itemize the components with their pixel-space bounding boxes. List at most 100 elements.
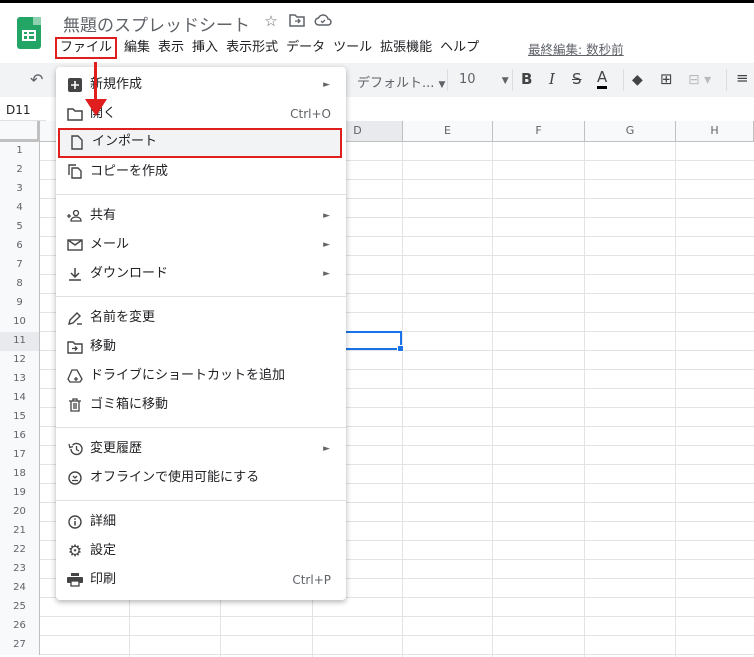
menu-item-label: 変更履歴 [90,441,143,456]
menu-item-version-history[interactable]: 変更履歴 ► [56,435,346,463]
column-header-h[interactable]: H [676,121,754,142]
menu-item-copy[interactable]: コピーを作成 [56,158,346,186]
menu-item-rename[interactable]: 名前を変更 [56,304,346,332]
cell-reference[interactable]: D11 [0,100,46,121]
info-icon [66,508,84,539]
menu-divider [56,194,346,195]
menu-item-move[interactable]: 移動 [56,333,346,361]
menu-item-label: 新規作成 [90,77,143,92]
menu-divider [56,500,346,501]
row-number[interactable]: 4 [0,199,40,218]
cloud-status-icon[interactable] [314,12,332,30]
file-icon [68,130,86,158]
document-title[interactable]: 無題のスプレッドシート [63,11,250,36]
menu-item-settings[interactable]: ⚙ 設定 [56,537,346,565]
menu-item-label: 設定 [90,543,117,558]
row-number[interactable]: 14 [0,389,40,408]
sheets-logo-icon[interactable] [17,17,41,49]
menu-item-import[interactable]: インポート [58,128,342,158]
menu-format[interactable]: 表示形式 [222,37,282,59]
row-number[interactable]: 5 [0,218,40,237]
drive-shortcut-icon [66,362,84,393]
row-number[interactable]: 1 [0,142,40,161]
move-to-folder-icon[interactable] [288,12,306,30]
new-sheet-icon [66,71,84,102]
bold-button[interactable]: B [521,70,532,88]
row-number[interactable]: 3 [0,180,40,199]
submenu-arrow-icon: ► [323,269,330,279]
menu-help[interactable]: ヘルプ [436,37,483,59]
italic-button[interactable]: I [549,70,555,88]
menu-divider [56,427,346,428]
row-number[interactable]: 7 [0,256,40,275]
menu-item-print[interactable]: 印刷 Ctrl+P [56,566,346,594]
table-row[interactable]: 25 [0,598,754,617]
fill-color-icon[interactable]: ◆ [632,72,643,88]
row-number[interactable]: 17 [0,446,40,465]
menu-tools[interactable]: ツール [329,37,376,59]
row-number[interactable]: 26 [0,617,40,636]
table-row[interactable]: 27 [0,636,754,655]
row-number[interactable]: 19 [0,484,40,503]
row-number[interactable]: 22 [0,541,40,560]
row-number[interactable]: 8 [0,275,40,294]
row-number[interactable]: 13 [0,370,40,389]
menu-item-label: ドライブにショートカットを追加 [90,368,286,383]
row-number[interactable]: 23 [0,560,40,579]
row-number[interactable]: 12 [0,351,40,370]
menu-item-label: インポート [92,134,158,149]
merge-cells-icon[interactable]: ⊟ ▾ [688,72,711,88]
font-size-select[interactable]: 10 ▼ [459,72,509,87]
column-header-e[interactable]: E [403,121,493,142]
text-color-button[interactable]: A [597,68,608,89]
column-header-f[interactable]: F [493,121,585,142]
font-select[interactable]: デフォルト... ▼ [357,72,445,91]
row-number[interactable]: 21 [0,522,40,541]
menu-item-trash[interactable]: ゴミ箱に移動 [56,391,346,419]
annotation-arrow-head [85,99,107,116]
menu-item-label: オフラインで使用可能にする [90,470,260,485]
menu-item-download[interactable]: ダウンロード ► [56,260,346,288]
shortcut-label: Ctrl+P [292,573,331,587]
menu-item-details[interactable]: 詳細 [56,508,346,536]
history-icon [66,435,84,466]
submenu-arrow-icon: ► [323,444,330,454]
column-header-g[interactable]: G [585,121,676,142]
row-number[interactable]: 18 [0,465,40,484]
move-folder-icon [66,333,84,364]
toolbar-divider [726,69,727,91]
row-number[interactable]: 2 [0,161,40,180]
row-number[interactable]: 9 [0,294,40,313]
align-left-icon[interactable]: ≡ [736,69,749,87]
star-icon[interactable]: ☆ [262,12,280,30]
row-number[interactable]: 6 [0,237,40,256]
menu-item-new[interactable]: 新規作成 ► [56,71,346,99]
strikethrough-button[interactable]: S [572,70,582,88]
menu-insert[interactable]: 挿入 [188,37,222,59]
menu-extensions[interactable]: 拡張機能 [376,37,436,59]
borders-icon[interactable]: ⊞ [660,70,673,88]
submenu-arrow-icon: ► [323,211,330,221]
menu-item-share[interactable]: 共有 ► [56,202,346,230]
row-number[interactable]: 27 [0,636,40,655]
row-number[interactable]: 11 [0,332,40,351]
row-number[interactable]: 15 [0,408,40,427]
menu-item-label: ゴミ箱に移動 [90,397,169,412]
menu-item-add-shortcut[interactable]: ドライブにショートカットを追加 [56,362,346,390]
select-all-corner[interactable] [0,121,40,142]
row-number[interactable]: 25 [0,598,40,617]
menu-item-offline[interactable]: オフラインで使用可能にする [56,464,346,492]
menu-data[interactable]: データ [282,37,329,59]
row-number[interactable]: 20 [0,503,40,522]
menu-item-email[interactable]: メール ► [56,231,346,259]
undo-icon[interactable]: ↶ [30,70,43,89]
row-number[interactable]: 24 [0,579,40,598]
table-row[interactable]: 26 [0,617,754,636]
row-number[interactable]: 10 [0,313,40,332]
row-number[interactable]: 16 [0,427,40,446]
menu-edit[interactable]: 編集 [120,37,154,59]
last-edit-link[interactable]: 最終編集: 数秒前 [528,39,624,58]
menu-file[interactable]: ファイル [55,37,118,59]
menu-view[interactable]: 表示 [154,37,188,59]
menu-divider [56,296,346,297]
